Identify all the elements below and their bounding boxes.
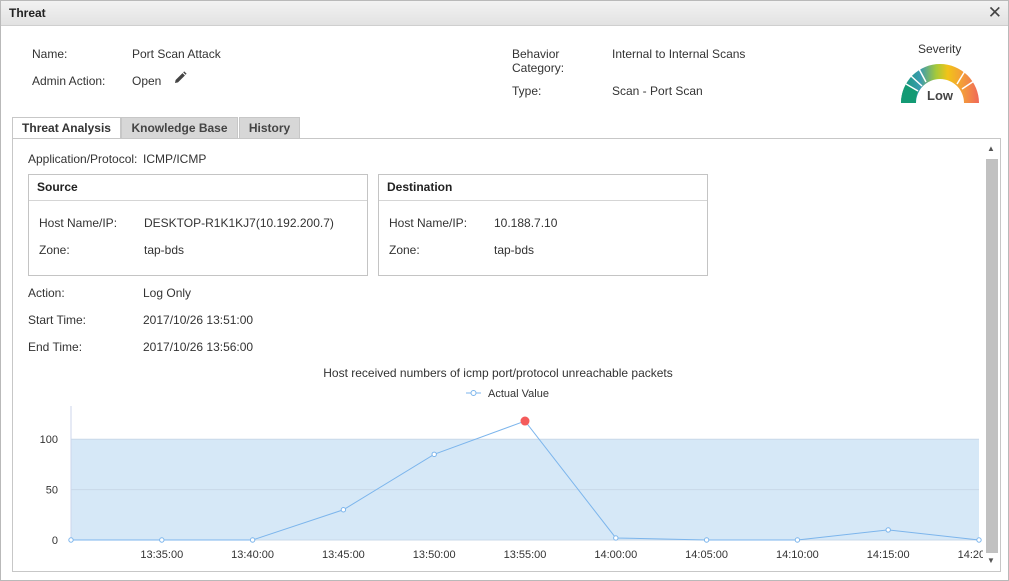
data-point — [68, 537, 74, 543]
end-time-value: 2017/10/26 13:56:00 — [143, 340, 254, 354]
data-point — [613, 535, 619, 541]
destination-title: Destination — [379, 175, 707, 201]
data-point — [976, 537, 982, 543]
x-tick-label: 13:45:00 — [322, 549, 365, 561]
source-host-value: DESKTOP-R1K1KJ7(10.192.200.7) — [144, 216, 334, 230]
x-tick-label: 14:10:00 — [776, 549, 819, 561]
admin-action-label: Admin Action: — [32, 74, 106, 88]
legend-actual-value: Actual Value — [488, 388, 549, 400]
app-protocol-value: ICMP/ICMP — [143, 152, 207, 166]
source-title: Source — [29, 175, 367, 201]
x-tick-label: 13:55:00 — [504, 549, 547, 561]
action-label: Action: — [28, 286, 65, 300]
data-point — [885, 527, 891, 533]
start-time-value: 2017/10/26 13:51:00 — [143, 313, 254, 327]
destination-zone-value: tap-bds — [494, 243, 535, 257]
action-value: Log Only — [143, 286, 192, 300]
threat-dialog: Threat ✕ Name: Port Scan Attack Admin Ac… — [0, 0, 1009, 581]
behavior-value: Internal to Internal Scans — [612, 47, 746, 61]
name-label: Name: — [32, 47, 68, 61]
data-point-highlight — [520, 416, 530, 426]
y-tick-label: 100 — [40, 434, 58, 446]
behavior-label-line2: Category: — [512, 61, 565, 75]
start-time-label: Start Time: — [28, 313, 87, 327]
app-protocol-label: Application/Protocol: — [28, 152, 138, 166]
x-tick-label: 14:00:00 — [594, 549, 637, 561]
scroll-down-arrow-icon[interactable]: ▼ — [987, 556, 995, 565]
y-tick-label: 50 — [46, 485, 58, 497]
source-zone-value: tap-bds — [144, 243, 185, 257]
type-label: Type: — [512, 84, 542, 98]
x-tick-label: 14:20:00 — [958, 549, 983, 561]
tab-threat-analysis[interactable]: Threat Analysis — [12, 117, 121, 140]
severity-gauge: Low — [897, 59, 983, 108]
dialog-titlebar[interactable]: Threat ✕ — [1, 1, 1008, 26]
x-tick-label: 14:15:00 — [867, 549, 910, 561]
tab-history[interactable]: History — [239, 117, 300, 139]
close-icon[interactable]: ✕ — [988, 4, 1002, 21]
name-value: Port Scan Attack — [132, 47, 221, 61]
scrollbar-thumb[interactable] — [986, 159, 998, 553]
severity-value: Low — [927, 88, 954, 103]
dialog-title: Threat — [9, 6, 46, 20]
source-box: Source Host Name/IP: DESKTOP-R1K1KJ7(10.… — [28, 174, 368, 276]
data-point — [794, 537, 801, 543]
x-tick-label: 14:05:00 — [685, 549, 728, 561]
data-point — [703, 537, 710, 543]
x-tick-label: 13:40:00 — [231, 549, 274, 561]
source-zone-label: Zone: — [39, 243, 70, 257]
vertical-scrollbar[interactable]: ▲ ▼ — [984, 139, 999, 571]
data-point — [159, 537, 165, 543]
scroll-up-arrow-icon[interactable]: ▲ — [987, 144, 995, 153]
x-tick-label: 13:50:00 — [413, 549, 456, 561]
chart-title: Host received numbers of icmp port/proto… — [323, 366, 673, 380]
edit-pencil-icon[interactable] — [173, 71, 187, 88]
threat-analysis-panel: Application/Protocol: ICMP/ICMP Source H… — [12, 138, 1001, 572]
destination-zone-label: Zone: — [389, 243, 420, 257]
data-point — [249, 537, 256, 543]
destination-host-value: 10.188.7.10 — [494, 216, 558, 230]
admin-action-value: Open — [132, 74, 162, 88]
y-tick-label: 0 — [52, 535, 58, 547]
data-point — [340, 507, 347, 513]
end-time-label: End Time: — [28, 340, 83, 354]
chart-legend[interactable]: Actual Value — [466, 388, 549, 400]
source-host-label: Host Name/IP: — [39, 216, 118, 230]
packets-line-chart: Actual Value 0 50 100 13:35:00 13:40:00 13:4… — [40, 388, 983, 561]
x-tick-label: 13:35:00 — [140, 549, 183, 561]
destination-host-label: Host Name/IP: — [389, 216, 468, 230]
data-point — [431, 451, 437, 458]
destination-box: Destination Host Name/IP: 10.188.7.10 Zo… — [378, 174, 708, 276]
behavior-label-line1: Behavior — [512, 47, 560, 61]
type-value: Scan - Port Scan — [612, 84, 703, 98]
legend-point-marker — [470, 390, 477, 396]
severity-label: Severity — [918, 42, 962, 56]
tab-knowledge-base[interactable]: Knowledge Base — [121, 117, 238, 139]
